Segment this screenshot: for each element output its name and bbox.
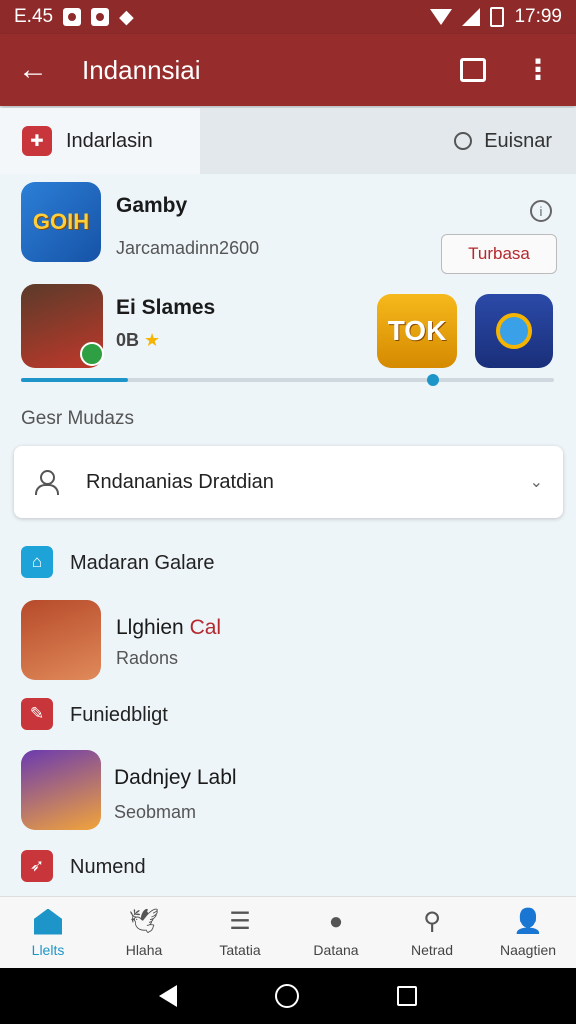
notification-icon-3: ◆ <box>119 6 134 28</box>
game-card[interactable]: Ei Slames 0B ★ TOK <box>0 284 576 370</box>
list-item-label: Funiedbligt <box>70 704 168 726</box>
list-item[interactable]: ⌂ Madaran Galare <box>0 546 576 582</box>
game-title: Gamby <box>116 194 187 218</box>
status-bar: E.45 ◆ 17:99 <box>0 0 576 34</box>
system-nav-bar <box>0 968 576 1024</box>
star-icon: ★ <box>144 330 161 350</box>
notification-icon-2 <box>91 8 110 26</box>
page-title: Indannsiai <box>82 54 201 85</box>
progress-handle[interactable] <box>427 374 439 386</box>
window-icon[interactable] <box>460 58 486 82</box>
tab-euisnar[interactable]: Euisnar <box>200 108 576 174</box>
tab-row: ✚ Indarlasin Euisnar <box>0 108 576 174</box>
list-item[interactable]: ✎ Funiedbligt <box>0 698 576 732</box>
online-badge <box>80 342 104 366</box>
progress-fill <box>21 378 128 382</box>
list-item-title: Dadnjey Labl <box>114 766 237 789</box>
dropdown-value: Rndananias Dratdian <box>86 470 274 493</box>
nav-item-home[interactable]: Llelts <box>0 897 96 968</box>
search-icon: ⚲ <box>423 908 441 935</box>
chat-icon: ● <box>328 907 344 935</box>
game-card[interactable]: GOIH Gamby Jarcamadinn2600 i Turbasa <box>0 182 576 274</box>
game-app-icon[interactable]: GOIH <box>21 182 101 262</box>
wifi-icon <box>430 9 453 25</box>
progress-bar[interactable] <box>21 378 554 382</box>
app-bar: ← Indannsiai ⋮ <box>0 34 576 106</box>
nav-label: Naagtien <box>499 941 557 958</box>
bird-icon: 🕊 <box>128 908 160 935</box>
more-options-icon[interactable]: ⋮ <box>524 56 552 84</box>
list-item[interactable]: Llghien Cal Radons <box>0 600 576 680</box>
list-item-title-text: Llghien <box>116 616 184 639</box>
back-arrow-icon[interactable]: ← <box>0 34 66 106</box>
tab-label: Euisnar <box>484 129 552 152</box>
nav-item-datana[interactable]: ● Datana <box>288 897 384 968</box>
home-icon <box>33 908 63 936</box>
notification-icon <box>63 8 82 26</box>
store-icon: ⌂ <box>21 546 53 578</box>
game-subtitle: Jarcamadinn2600 <box>116 238 260 258</box>
person-icon: 👤 <box>513 908 543 935</box>
game-title-text: Gamby <box>116 194 188 217</box>
list-item-label: Madaran Galare <box>70 552 215 574</box>
system-recents-icon[interactable] <box>397 986 417 1006</box>
tab-indarlasin[interactable]: ✚ Indarlasin <box>0 108 200 174</box>
tab-label: Indarlasin <box>66 129 153 152</box>
system-back-icon[interactable] <box>159 985 177 1007</box>
section-label: Gesr Mudazs <box>21 408 134 429</box>
nav-label: Llelts <box>31 941 65 958</box>
nav-label: Tatatia <box>219 941 261 958</box>
battery-icon <box>490 7 505 27</box>
stack-icon: ☰ <box>229 908 251 935</box>
list-item[interactable]: Dadnjey Labl Seobmam <box>0 750 576 832</box>
list-item-subtitle: Seobmam <box>114 802 197 822</box>
list-item-label: Numend <box>70 856 146 878</box>
bottom-nav: Llelts 🕊 Hlaha ☰ Tatatia ● Datana ⚲ Netr… <box>0 896 576 968</box>
system-home-icon[interactable] <box>275 984 299 1008</box>
rocket-icon: ➶ <box>21 850 53 882</box>
info-icon[interactable]: i <box>530 200 552 222</box>
nav-item-netrad[interactable]: ⚲ Netrad <box>384 897 480 968</box>
tok-app-icon[interactable]: TOK <box>377 294 457 368</box>
rating-value: 0B <box>116 330 140 350</box>
game-rating: 0B ★ <box>116 330 160 351</box>
chevron-down-icon: ⌄ <box>529 474 543 491</box>
game-title: Ei Slames <box>116 296 216 319</box>
status-time-right: 17:99 <box>514 6 562 27</box>
nav-label: Datana <box>313 941 359 958</box>
nav-item-hlaha[interactable]: 🕊 Hlaha <box>96 897 192 968</box>
nav-label: Netrad <box>410 941 454 958</box>
circle-icon <box>454 132 473 150</box>
signal-icon <box>462 8 481 26</box>
install-button[interactable]: Turbasa <box>441 234 557 274</box>
content: GOIH Gamby Jarcamadinn2600 i Turbasa Ei … <box>0 174 576 896</box>
person-icon <box>34 470 59 495</box>
nav-item-naagtien[interactable]: 👤 Naagtien <box>480 897 576 968</box>
group-avatar-icon <box>21 750 101 830</box>
game-controller-icon: ✚ <box>22 126 52 156</box>
nav-item-tatatia[interactable]: ☰ Tatatia <box>192 897 288 968</box>
list-item-subtitle: Radons <box>116 648 179 668</box>
character-avatar-icon <box>21 600 101 680</box>
nav-label: Hlaha <box>125 941 163 958</box>
tool-icon: ✎ <box>21 698 53 730</box>
compass-icon <box>496 313 532 349</box>
compass-app-icon[interactable] <box>475 294 553 368</box>
status-time-left: E.45 <box>14 6 54 27</box>
list-item-title: Llghien Cal <box>116 616 221 640</box>
list-item[interactable]: ➶ Numend <box>0 850 576 884</box>
list-item-title-accent: Cal <box>189 616 222 639</box>
account-dropdown[interactable]: Rndananias Dratdian ⌄ <box>14 446 563 518</box>
